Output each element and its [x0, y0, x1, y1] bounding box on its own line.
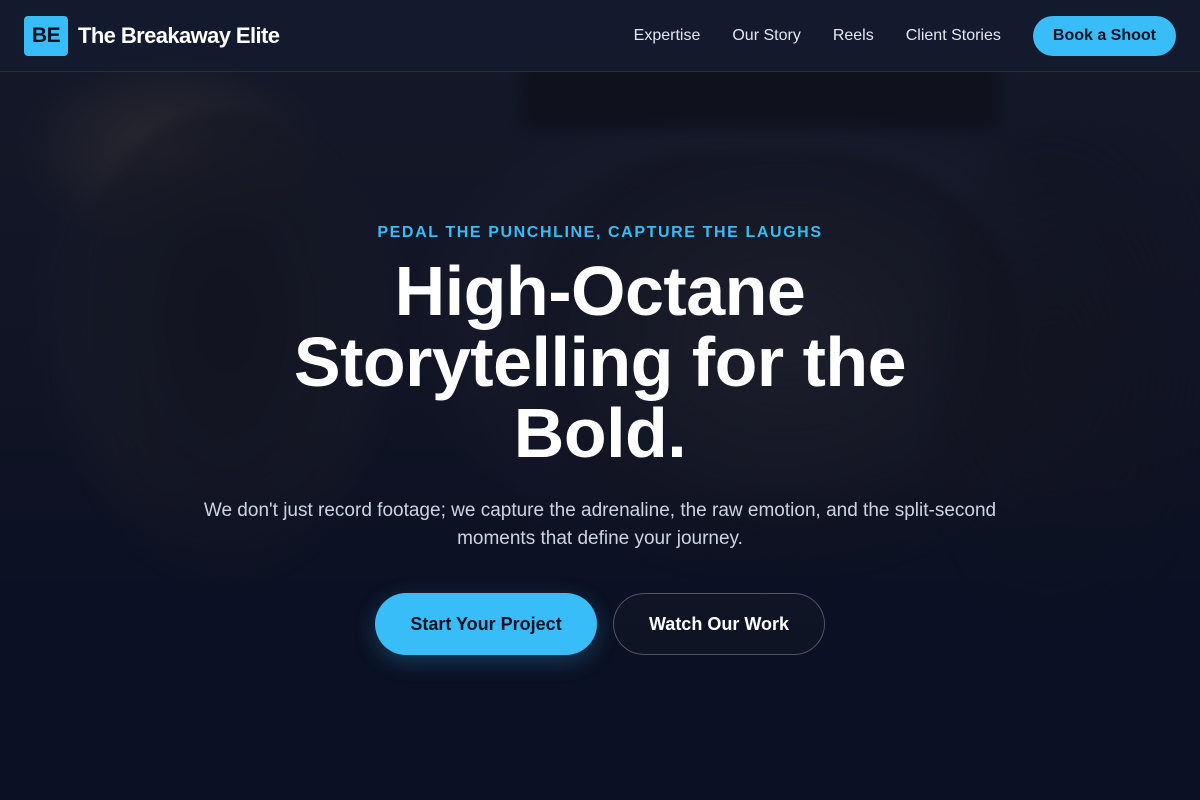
- start-project-button[interactable]: Start Your Project: [375, 593, 597, 655]
- logo-badge: BE: [24, 15, 68, 56]
- nav-link-client-stories[interactable]: Client Stories: [906, 27, 1001, 45]
- main-nav: Expertise Our Story Reels Client Stories…: [634, 15, 1176, 56]
- page: BE The Breakaway Elite Expertise Our Sto…: [0, 0, 1200, 800]
- nav-link-reels[interactable]: Reels: [833, 27, 874, 45]
- hero-cta-group: Start Your Project Watch Our Work: [375, 593, 825, 655]
- hero-headline: High-Octane Storytelling for the Bold.: [293, 252, 907, 472]
- site-header: BE The Breakaway Elite Expertise Our Sto…: [0, 0, 1200, 72]
- hero-section: PEDAL THE PUNCHLINE, CAPTURE THE LAUGHS …: [0, 72, 1200, 800]
- hero-eyebrow: PEDAL THE PUNCHLINE, CAPTURE THE LAUGHS: [377, 224, 823, 241]
- book-shoot-button[interactable]: Book a Shoot: [1032, 15, 1176, 56]
- hero-subcopy: We don't just record footage; we capture…: [203, 500, 997, 549]
- brand-logo-link[interactable]: BE The Breakaway Elite: [24, 15, 280, 56]
- nav-link-expertise[interactable]: Expertise: [634, 27, 701, 45]
- brand-name: The Breakaway Elite: [78, 22, 280, 48]
- watch-work-button[interactable]: Watch Our Work: [613, 593, 825, 655]
- nav-link-our-story[interactable]: Our Story: [732, 27, 800, 45]
